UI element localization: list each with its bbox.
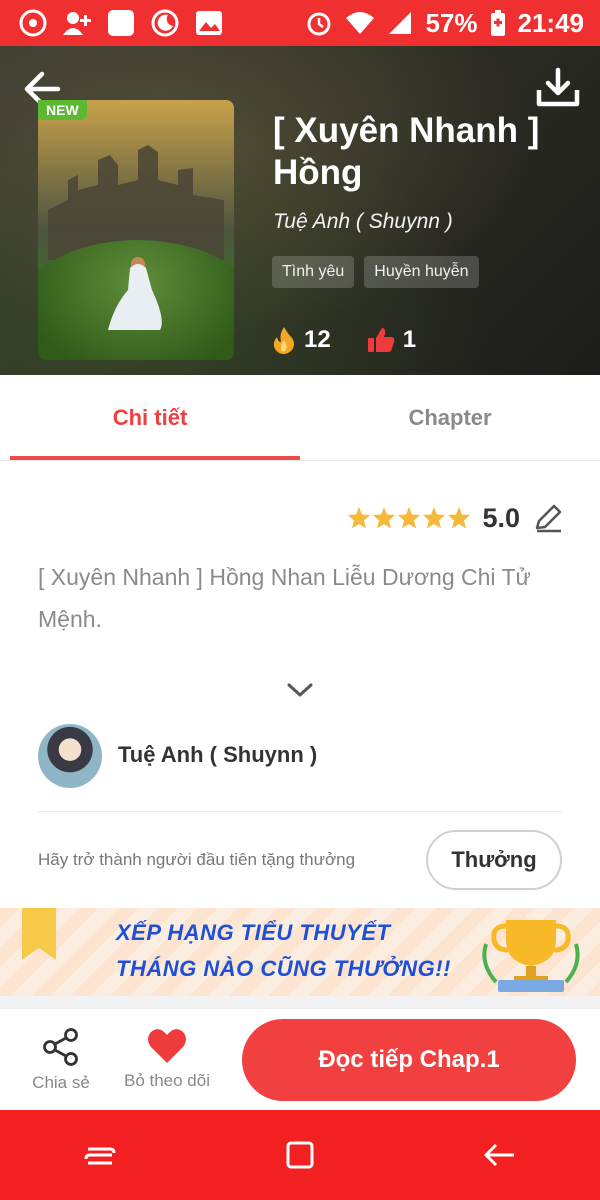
reward-prompt: Hãy trở thành người đầu tiên tặng thưởng: [38, 850, 356, 869]
clock: 21:49: [517, 7, 585, 38]
unfollow-button[interactable]: Bỏ theo dõi: [116, 1027, 218, 1091]
ranking-banner[interactable]: XẾP HẠNG TIỂU THUYẾT THÁNG NÀO CŨNG THƯỞ…: [0, 908, 600, 996]
section-divider: [0, 996, 600, 1008]
likes-stat: 1: [367, 326, 416, 354]
system-nav-bar: [0, 1110, 600, 1200]
chevron-down-icon[interactable]: [285, 678, 315, 702]
download-button[interactable]: [534, 64, 582, 112]
recent-apps-icon[interactable]: [80, 1135, 120, 1175]
back-nav-icon[interactable]: [480, 1135, 520, 1175]
battery-percent: 57%: [425, 7, 478, 38]
author-name: Tuệ Anh ( Shuynn ): [118, 742, 318, 767]
wifi-icon: [346, 12, 375, 34]
book-description: [ Xuyên Nhanh ] Hồng Nhan Liễu Dương Chi…: [38, 564, 531, 632]
tab-chapter[interactable]: Chapter: [300, 375, 600, 460]
star-icon: [423, 507, 446, 529]
home-icon[interactable]: [280, 1135, 320, 1175]
flame-icon: [273, 327, 294, 354]
tab-details[interactable]: Chi tiết: [0, 375, 300, 460]
gallery-icon: [194, 8, 224, 38]
status-bar: 57% 21:49: [0, 0, 600, 46]
book-cover[interactable]: [38, 100, 234, 360]
app-notification-icon: [18, 8, 48, 38]
book-header: NEW [ Xuyên Nhanh ] Hồng Tuệ Anh ( Shuyn…: [0, 46, 600, 375]
views-stat: 12: [272, 326, 331, 354]
rating-value: 5.0: [482, 502, 520, 533]
unfollow-label: Bỏ theo dõi: [123, 1071, 210, 1090]
star-icon: [398, 507, 421, 529]
signal-icon: [389, 12, 412, 34]
banner-line-1: XẾP HẠNG TIỂU THUYẾT: [116, 920, 391, 945]
reward-row: Hãy trở thành người đầu tiên tặng thưởng…: [38, 830, 562, 890]
battery-icon: [490, 10, 505, 36]
author-row[interactable]: Tuệ Anh ( Shuynn ): [38, 724, 562, 812]
share-label: Chia sẻ: [32, 1073, 90, 1092]
likes-count: 1: [402, 326, 417, 353]
download-icon: [536, 67, 580, 107]
star-icon: [348, 507, 371, 529]
banner-line-2: THÁNG NÀO CŨNG THƯỞNG!!: [116, 956, 451, 981]
heart-icon: [148, 1029, 186, 1063]
book-title: [ Xuyên Nhanh ] Hồng: [273, 111, 540, 192]
bookmark-ribbon-icon: [22, 908, 56, 960]
star-icon: [373, 507, 396, 529]
genre-tag[interactable]: Huyền huyễn: [364, 256, 479, 288]
share-icon: [43, 1028, 78, 1066]
book-author[interactable]: Tuệ Anh ( Shuynn ): [273, 210, 453, 234]
tab-bar: Chi tiết Chapter: [0, 375, 600, 461]
bottom-action-bar: Chia sẻ Bỏ theo dõi Đọc tiếp Chap.1: [0, 1008, 600, 1110]
rating: 5.0: [347, 502, 564, 534]
star-icon: [448, 507, 471, 529]
share-button[interactable]: Chia sẻ: [26, 1027, 96, 1093]
add-contact-icon: [62, 8, 92, 38]
continue-reading-button[interactable]: Đọc tiếp Chap.1: [242, 1019, 576, 1101]
new-badge: NEW: [38, 100, 87, 120]
reward-button[interactable]: Thưởng: [426, 830, 562, 890]
genre-tag[interactable]: Tình yêu: [272, 256, 355, 288]
night-mode-icon: [150, 8, 180, 38]
trophy-icon: [482, 920, 580, 992]
thumbs-up-icon: [367, 328, 394, 352]
app-square-icon: [106, 8, 136, 38]
views-count: 12: [304, 326, 331, 353]
avatar: [38, 724, 102, 788]
edit-pencil-icon[interactable]: [532, 502, 564, 534]
book-stats: 12 1: [272, 326, 416, 354]
genre-tags: Tình yêu Huyền huyễn: [272, 256, 479, 288]
girl-figure: [108, 257, 162, 330]
alarm-icon: [307, 12, 331, 36]
